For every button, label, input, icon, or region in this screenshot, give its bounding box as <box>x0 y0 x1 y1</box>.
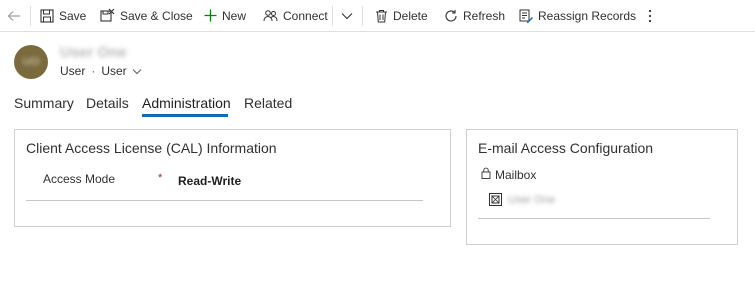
plus-icon <box>204 9 217 22</box>
section-title: E-mail Access Configuration <box>478 140 654 156</box>
more-connect-dropdown[interactable] <box>341 0 353 31</box>
cal-information-section: Client Access License (CAL) Information … <box>14 129 451 227</box>
form-selector[interactable]: User <box>101 64 126 78</box>
record-title: User One <box>60 44 127 61</box>
mailbox-value-link[interactable]: User One <box>508 194 555 206</box>
new-button[interactable]: New <box>204 0 246 31</box>
trash-icon <box>375 9 388 23</box>
access-mode-value[interactable]: Read-Write <box>178 174 241 188</box>
entity-type-label: User <box>60 64 86 78</box>
connect-label: Connect <box>283 8 328 23</box>
separator-dot: · <box>91 64 96 78</box>
save-icon <box>40 8 54 23</box>
more-vertical-icon <box>645 9 655 23</box>
email-access-configuration-section: E-mail Access Configuration Mailbox User… <box>466 129 738 245</box>
save-close-icon <box>100 8 115 23</box>
field-divider <box>478 218 710 219</box>
toolbar-divider <box>332 6 333 26</box>
chevron-down-icon[interactable] <box>132 64 142 78</box>
access-mode-label: Access Mode <box>43 172 116 186</box>
back-button[interactable] <box>6 0 22 31</box>
required-marker: * <box>158 172 163 184</box>
reassign-records-button[interactable]: Reassign Records <box>519 0 636 31</box>
connect-button[interactable]: Connect <box>263 0 328 31</box>
avatar-initials: UO <box>22 56 40 68</box>
tab-details[interactable]: Details <box>86 95 129 117</box>
lock-icon <box>481 167 491 182</box>
save-label: Save <box>59 8 87 23</box>
refresh-label: Refresh <box>463 8 506 23</box>
connect-people-icon <box>263 9 278 23</box>
delete-label: Delete <box>393 8 428 23</box>
reassign-icon <box>519 9 533 23</box>
mailbox-label: Mailbox <box>495 167 537 182</box>
new-label: New <box>222 8 247 23</box>
section-title: Client Access License (CAL) Information <box>26 140 277 156</box>
mailbox-record-icon <box>489 193 502 209</box>
command-bar: Save Save & Close New Connect Delete Ref… <box>0 0 755 32</box>
refresh-button[interactable]: Refresh <box>444 0 505 31</box>
refresh-icon <box>444 9 458 23</box>
save-close-label: Save & Close <box>120 8 193 23</box>
toolbar-divider <box>30 6 31 26</box>
avatar: UO <box>14 45 48 79</box>
entity-form-selector: User · User <box>60 64 142 78</box>
reassign-records-label: Reassign Records <box>538 8 637 23</box>
field-divider <box>26 200 423 201</box>
delete-button[interactable]: Delete <box>375 0 428 31</box>
save-close-button[interactable]: Save & Close <box>100 0 193 31</box>
mailbox-field-label: Mailbox <box>481 167 536 182</box>
toolbar-divider <box>362 6 363 26</box>
tab-summary[interactable]: Summary <box>14 95 74 117</box>
more-commands-button[interactable] <box>645 0 655 31</box>
active-tab-indicator <box>142 114 228 117</box>
chevron-down-icon <box>341 12 353 20</box>
tab-related[interactable]: Related <box>244 95 292 117</box>
save-button[interactable]: Save <box>40 0 86 31</box>
back-arrow-icon <box>6 8 22 24</box>
